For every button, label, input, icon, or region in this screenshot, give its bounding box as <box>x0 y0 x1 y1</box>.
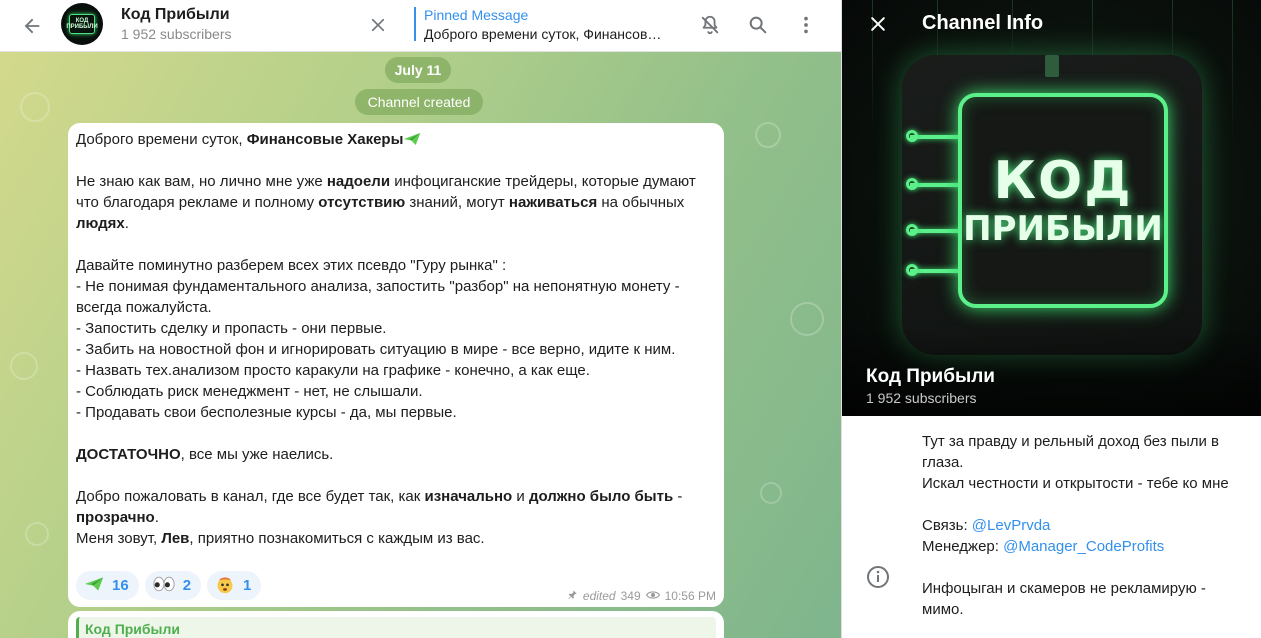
avatar-logo: КОД ПРИБЫЛИ <box>66 14 98 34</box>
reactions-bar: 16 2 1 <box>76 571 262 600</box>
paper-plane-emoji-icon <box>403 131 421 148</box>
reaction-paper-plane[interactable]: 16 <box>76 571 139 600</box>
view-count: 349 <box>620 589 641 603</box>
paper-plane-icon <box>84 576 104 596</box>
search-icon[interactable] <box>742 10 774 40</box>
chat-panel: КОД ПРИБЫЛИ Код Прибыли 1 952 subscriber… <box>0 0 841 638</box>
reaction-count: 16 <box>112 577 129 594</box>
channel-info-panel: КОД ПРИБЫЛИ Channel Info Код Прибыли 1 9… <box>841 0 1261 638</box>
pinned-indicator-bar <box>414 7 416 41</box>
channel-avatar[interactable]: КОД ПРИБЫЛИ <box>61 3 103 45</box>
cover-logo-line1: КОД <box>993 150 1133 211</box>
reaction-count: 1 <box>243 577 252 594</box>
reaction-eyes[interactable]: 2 <box>144 571 202 600</box>
close-pinned-icon[interactable] <box>360 10 396 40</box>
service-message: Channel created <box>355 89 483 115</box>
channel-subscribers-count: 1 952 subscribers <box>866 390 977 406</box>
panel-title: Channel Info <box>922 12 1044 34</box>
edited-label: edited <box>582 589 616 603</box>
cover-logo-frame: КОД ПРИБЫЛИ <box>902 55 1202 355</box>
pinned-message-text[interactable]: Доброго времени суток, Финансов… <box>424 26 661 42</box>
message-bubble-next[interactable]: Код Прибыли <box>68 611 724 638</box>
eye-icon <box>645 589 660 603</box>
bell-off-icon[interactable] <box>694 10 726 40</box>
channel-cover-image: КОД ПРИБЫЛИ <box>842 0 1261 416</box>
info-icon <box>864 563 892 591</box>
forwarded-author[interactable]: Код Прибыли <box>76 617 716 638</box>
channel-subscribers: 1 952 subscribers <box>121 26 232 42</box>
cover-logo-line2: ПРИБЫЛИ <box>963 208 1163 249</box>
back-arrow-icon[interactable] <box>12 10 52 42</box>
cover-top-connector <box>1045 55 1059 77</box>
cover-logo: КОД ПРИБЫЛИ <box>958 93 1168 308</box>
message-bubble[interactable]: Доброго времени суток, Финансовые Хакеры… <box>68 123 724 607</box>
date-separator[interactable]: July 11 <box>385 57 451 83</box>
manager-link[interactable]: @Manager_CodeProfits <box>1003 538 1164 555</box>
more-vertical-icon[interactable] <box>790 10 822 40</box>
pin-icon <box>567 589 578 603</box>
avatar-logo-line2: ПРИБЫЛИ <box>66 24 98 30</box>
eyes-icon <box>153 576 175 596</box>
message-time: 10:56 PM <box>664 589 716 603</box>
message-text: Доброго времени суток, Финансовые Хакеры… <box>76 131 700 547</box>
reaction-exploding-head[interactable]: 1 <box>207 571 262 600</box>
chat-header: КОД ПРИБЫЛИ Код Прибыли 1 952 subscriber… <box>0 0 841 52</box>
contact-link[interactable]: @LevPrvda <box>972 517 1051 534</box>
channel-name: Код Прибыли <box>866 366 995 387</box>
message-meta: edited 349 10:56 PM <box>567 589 716 603</box>
reaction-count: 2 <box>182 577 192 594</box>
channel-description: Тут за правду и рельный доход без пыли в… <box>922 433 1229 618</box>
pinned-message-title[interactable]: Pinned Message <box>424 7 528 23</box>
close-icon[interactable] <box>862 8 894 40</box>
channel-title[interactable]: Код Прибыли <box>121 6 230 24</box>
exploding-head-icon <box>215 574 235 598</box>
